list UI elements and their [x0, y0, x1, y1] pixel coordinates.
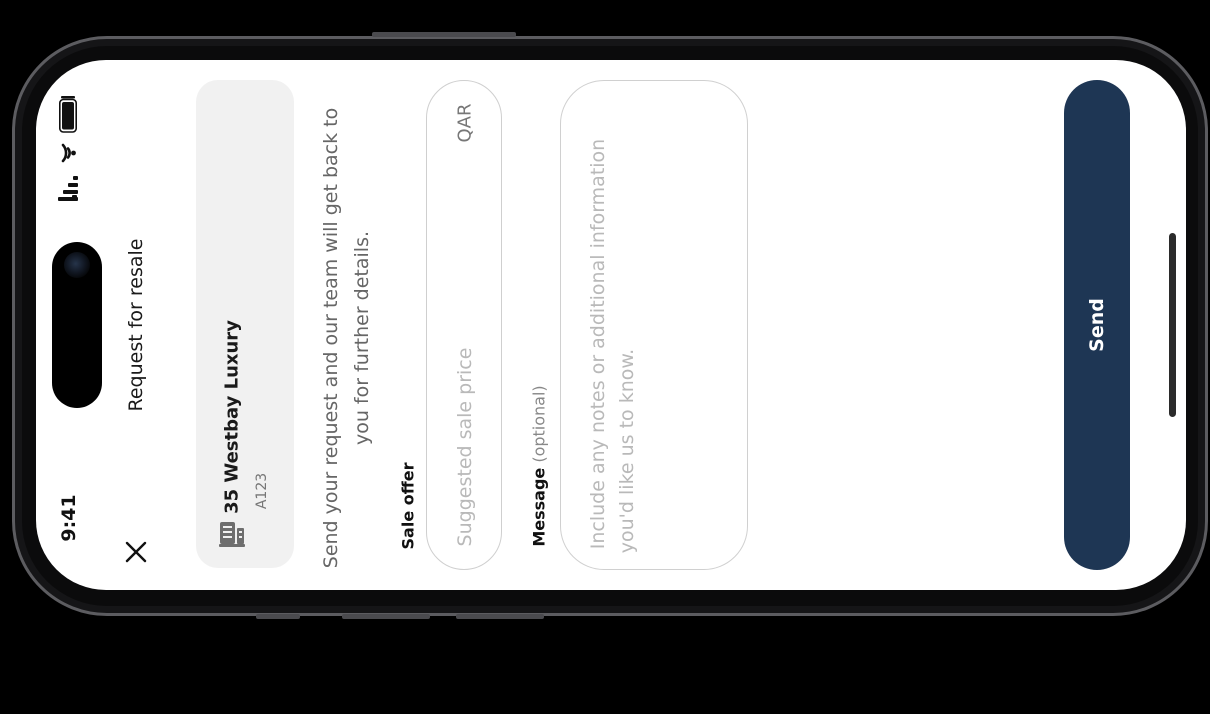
building-icon	[219, 522, 245, 547]
message-label-text: Message	[529, 467, 549, 547]
home-indicator	[1169, 233, 1176, 417]
hardware-button-bottom-3	[456, 614, 544, 619]
message-placeholder-line-2: you'd like us to know.	[616, 348, 638, 554]
property-card	[196, 80, 294, 568]
description-line-1: Send your request and our team will get …	[320, 107, 342, 569]
send-button-label: Send	[1086, 298, 1108, 352]
currency-label: QAR	[454, 103, 476, 143]
hardware-button-bottom-1	[256, 614, 300, 619]
description-line-2: you for further details.	[351, 230, 373, 446]
signal-icon	[58, 176, 78, 201]
hardware-button-top	[372, 32, 516, 37]
sale-price-placeholder: Suggested sale price	[454, 347, 476, 547]
status-time: 9:41	[58, 494, 80, 542]
wifi-icon	[61, 143, 76, 163]
message-optional-text: (optional)	[529, 385, 549, 463]
message-label: Message (optional)	[530, 385, 549, 546]
property-unit: A123	[254, 472, 270, 510]
camera-icon	[64, 252, 90, 278]
sale-offer-label: Sale offer	[398, 462, 418, 550]
message-placeholder-line-1: Include any notes or additional informat…	[587, 138, 609, 550]
page-title: Request for resale	[125, 238, 147, 412]
battery-icon	[59, 96, 77, 133]
property-name: 35 Westbay Luxury	[221, 320, 243, 514]
hardware-button-bottom-2	[342, 614, 430, 619]
close-icon[interactable]	[122, 538, 150, 566]
